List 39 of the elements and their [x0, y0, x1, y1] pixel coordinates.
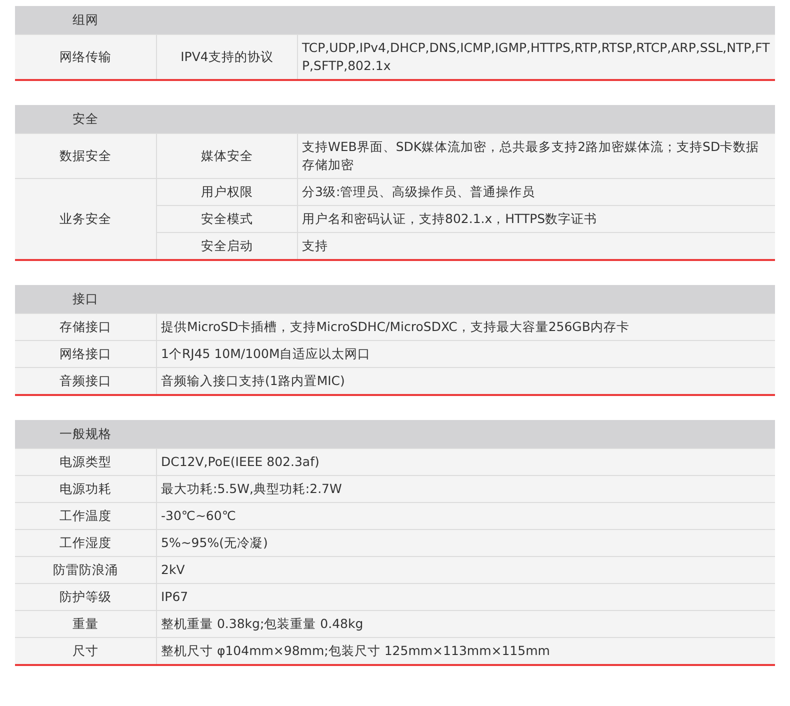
category-cell: 业务安全: [15, 179, 156, 259]
parameter-cell: 用户权限: [157, 179, 297, 205]
section-title: 组网: [72, 12, 100, 28]
section-title: 接口: [72, 290, 100, 308]
value-cell: 支持WEB界面、SDK媒体流加密，总共最多支持2路加密媒体流；支持SD卡数据存储加密: [298, 134, 775, 178]
parameter-cell: 存储接口: [15, 314, 156, 340]
category-cell: 网络传输: [15, 35, 156, 79]
value-cell: IP67: [157, 584, 775, 610]
value-cell: 整机重量 0.38kg;包装重量 0.48kg: [157, 611, 775, 637]
section-title: 安全: [72, 110, 100, 128]
parameter-cell: 工作湿度: [15, 530, 156, 556]
category-cell: 数据安全: [15, 134, 156, 178]
parameter-cell: IPV4支持的协议: [157, 35, 297, 79]
parameter-cell: 网络接口: [15, 341, 156, 367]
value-cell: 5%~95%(无冷凝): [157, 530, 775, 556]
value-cell: TCP,UDP,IPv4,DHCP,DNS,ICMP,IGMP,HTTPS,RTP,RTSP,RTCP,ARP,SSL,NTP,FTP,SFTP,802.1x: [298, 35, 775, 79]
parameter-cell: 安全启动: [157, 233, 297, 259]
value-cell: 分3级:管理员、高级操作员、普通操作员: [298, 179, 775, 205]
value-cell: 整机尺寸 φ104mm×98mm;包装尺寸 125mm×113mm×115mm: [157, 638, 775, 664]
value-cell: 支持: [298, 233, 775, 259]
value-cell: DC12V,PoE(IEEE 802.3af): [157, 449, 775, 475]
parameter-cell: 媒体安全: [157, 134, 297, 178]
value-cell: 2kV: [157, 557, 775, 583]
section-title: 一般规格: [58, 426, 112, 442]
parameter-cell: 重量: [15, 611, 156, 637]
value-cell: -30℃~60℃: [157, 503, 775, 529]
value-cell: 最大功耗:5.5W,典型功耗:2.7W: [157, 476, 775, 502]
parameter-cell: 安全模式: [157, 206, 297, 232]
value-cell: 提供MicroSD卡插槽，支持MicroSDHC/MicroSDXC，支持最大容量256GB内存卡: [157, 314, 775, 340]
parameter-cell: 电源类型: [15, 449, 156, 475]
value-cell: 1个RJ45 10M/100M自适应以太网口: [157, 341, 775, 367]
parameter-cell: 尺寸: [15, 638, 156, 664]
parameter-cell: 电源功耗: [15, 476, 156, 502]
parameter-cell: 防护等级: [15, 584, 156, 610]
parameter-cell: 防雷防浪涌: [15, 557, 156, 583]
value-cell: 用户名和密码认证，支持802.1.x，HTTPS数字证书: [298, 206, 775, 232]
value-cell: 音频输入接口支持(1路内置MIC): [157, 368, 775, 394]
parameter-cell: 工作温度: [15, 503, 156, 529]
parameter-cell: 音频接口: [15, 368, 156, 394]
